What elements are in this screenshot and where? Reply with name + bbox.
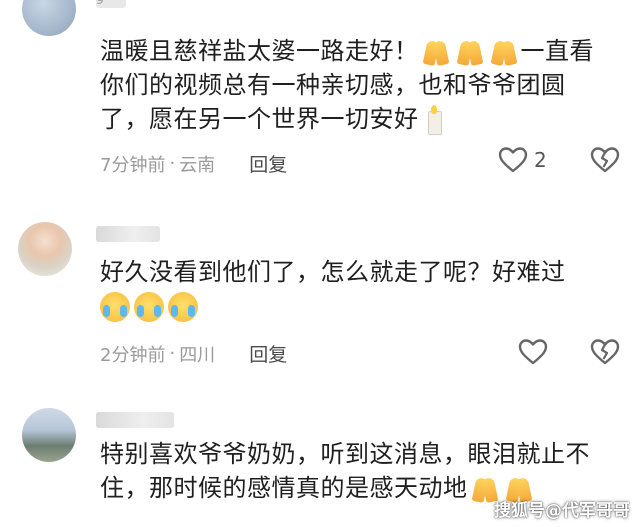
broken-heart-icon[interactable] — [590, 338, 620, 366]
comment-actions: 2 — [498, 146, 620, 174]
crying-face-icon — [134, 292, 164, 322]
watermark: 搜狐号@代军哥哥 — [494, 501, 630, 521]
reply-button[interactable]: 回复 — [249, 150, 287, 177]
heart-icon[interactable] — [518, 338, 548, 366]
comment-meta: 2分钟前 · 四川 回复 — [100, 340, 287, 367]
candle-icon — [423, 105, 443, 135]
broken-heart-icon[interactable] — [590, 146, 620, 174]
reply-button[interactable]: 回复 — [249, 340, 287, 367]
comment-text[interactable]: 温暖且慈祥盐太婆一路走好！ 一直看你们的视频总有一种亲切感，也和爷爷团圆了，愿在另… — [100, 34, 610, 136]
comment-actions — [518, 338, 620, 366]
separator: · — [169, 343, 176, 364]
crying-face-icon — [100, 292, 130, 322]
timestamp: 7分钟前 — [100, 154, 166, 176]
crying-face-icon — [168, 292, 198, 322]
pray-icon — [489, 37, 519, 67]
comment-meta: 7分钟前 · 云南 回复 — [100, 150, 287, 177]
username-blurred[interactable] — [96, 226, 160, 242]
comment-text-part: 好久没看到他们了，怎么就走了呢？好难过 — [100, 258, 566, 286]
separator: · — [169, 153, 176, 174]
location: 云南 — [179, 154, 216, 176]
timestamp: 2分钟前 — [100, 344, 166, 366]
avatar[interactable] — [18, 222, 72, 276]
heart-icon[interactable] — [498, 146, 528, 174]
comment-text-part: 温暖且慈祥盐太婆一路走好！ — [100, 37, 419, 65]
pray-icon — [455, 37, 485, 67]
like-count: 2 — [534, 148, 547, 172]
comment-list: 9 温暖且慈祥盐太婆一路走好！ 一直看你们的视频总有一种亲切感，也和爷爷团圆了，愿… — [0, 0, 640, 527]
location: 四川 — [179, 344, 216, 366]
pray-icon — [421, 37, 451, 67]
avatar[interactable] — [22, 0, 76, 36]
avatar[interactable] — [22, 408, 76, 462]
username-blurred[interactable]: 9 — [96, 0, 126, 8]
username-blurred[interactable] — [96, 412, 174, 428]
comment-text[interactable]: 好久没看到他们了，怎么就走了呢？好难过 — [100, 255, 610, 323]
comment-text[interactable]: 特别喜欢爷爷奶奶，听到这消息，眼泪就止不住，那时候的感情真的是感天动地 — [100, 437, 610, 505]
